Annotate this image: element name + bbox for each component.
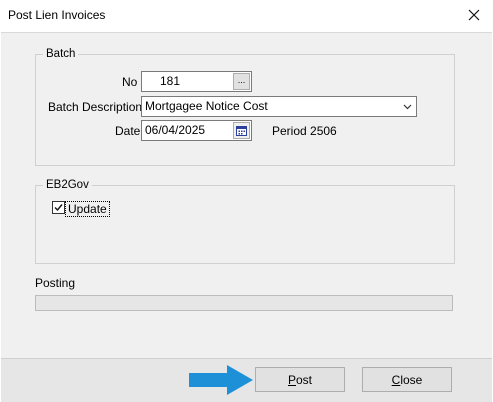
batch-legend: Batch [46, 48, 76, 60]
batch-description-value: Mortgagee Notice Cost [145, 99, 268, 113]
chevron-down-icon[interactable] [403, 97, 412, 122]
posting-progress-bar [35, 295, 453, 311]
update-checkbox[interactable] [52, 201, 65, 214]
title-bar: Post Lien Invoices [0, 0, 493, 32]
date-label: Date [115, 124, 141, 138]
close-button[interactable]: Close [362, 367, 452, 392]
ellipsis-icon: ... [237, 74, 246, 85]
batch-description-label: Batch Description [48, 100, 143, 114]
close-icon[interactable] [461, 4, 487, 26]
calendar-button[interactable] [233, 122, 250, 139]
batch-description-select[interactable]: Mortgagee Notice Cost [141, 96, 417, 117]
period-text: Period 2506 [272, 124, 337, 138]
post-button-label: Post [287, 372, 313, 387]
close-button-label: Close [391, 372, 423, 387]
checkmark-icon [54, 204, 63, 212]
update-label[interactable]: Update [65, 201, 110, 217]
eb2gov-group: EB2Gov [35, 179, 455, 264]
window-title: Post Lien Invoices [8, 8, 106, 22]
calendar-icon [236, 126, 247, 136]
post-lien-invoices-dialog: Post Lien Invoices Batch No 181 ... Batc… [0, 0, 493, 402]
post-button[interactable]: Post [255, 367, 345, 392]
date-value: 06/04/2025 [145, 123, 206, 137]
eb2gov-legend: EB2Gov [46, 179, 89, 191]
batch-no-value: 181 [160, 74, 181, 88]
no-label: No [122, 75, 138, 89]
arrow-annotation-icon [189, 365, 253, 395]
batch-lookup-button[interactable]: ... [233, 73, 250, 90]
posting-label: Posting [35, 276, 76, 290]
